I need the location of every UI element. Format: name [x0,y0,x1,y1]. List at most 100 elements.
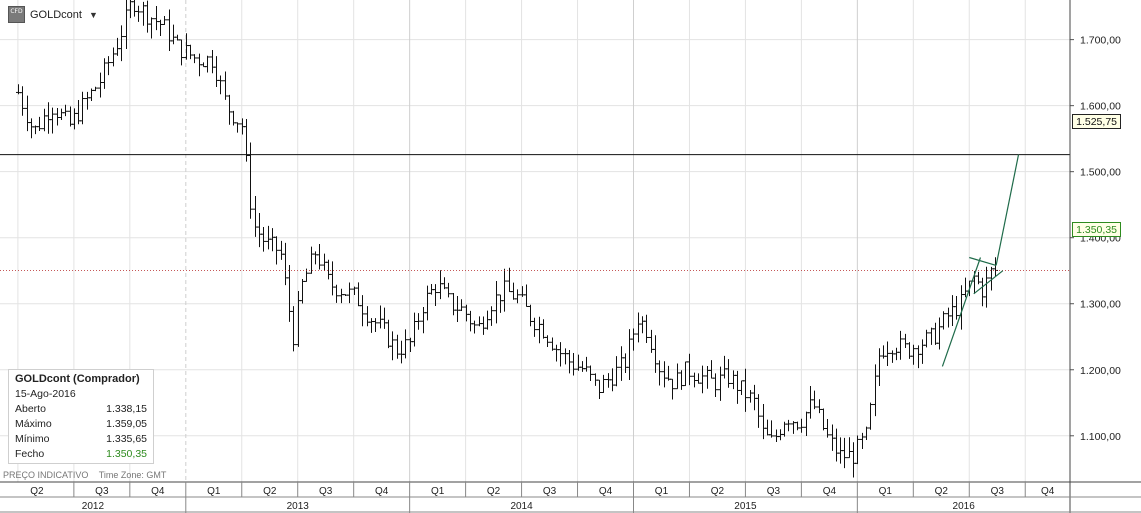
year-label[interactable]: 2014 [510,501,533,512]
ohlc-bar [489,306,494,326]
ohlc-bar [257,213,262,248]
ohlc-bar [395,334,400,359]
quarter-label[interactable]: Q4 [375,486,389,497]
price-axis[interactable]: 1.100,001.200,001.300,001.400,001.500,00… [1069,0,1121,513]
info-row-open: Aberto 1.338,15 [15,402,147,417]
ohlc-bar [507,267,512,293]
quarter-label[interactable]: Q1 [655,486,669,497]
quarter-label[interactable]: Q1 [879,486,893,497]
quarter-label[interactable]: Q2 [487,486,501,497]
ohlc-bar [416,313,421,330]
ohlc-bar [657,360,662,386]
time-axis[interactable]: Q2 Q3 Q4 Q1 Q2 Q3 Q4 Q1 Q2 Q3 Q4 Q1 Q2 Q3 Q4 Q1 Q2 Q3 Q4 20… [0,481,1141,513]
ohlc-bar [313,251,318,265]
year-label[interactable]: 2013 [287,501,310,512]
ohlc-bar [403,329,408,359]
quarter-label[interactable]: Q3 [319,486,333,497]
price-tick-label: 1.700,00 [1080,35,1121,47]
symbol-selector[interactable]: CFD GOLDcont ▼ [8,6,98,23]
ohlc-bar [72,108,77,130]
ohlc-bar [946,307,951,328]
year-label[interactable]: 2016 [953,501,976,512]
ohlc-bar [984,266,989,308]
ohlc-bar [929,327,934,345]
quarter-label[interactable]: Q1 [431,486,445,497]
ohlc-bar [528,304,533,327]
quarter-label[interactable]: Q2 [711,486,725,497]
ohlc-bar [834,428,839,462]
trendline[interactable] [969,256,997,267]
price-chart[interactable]: 1.100,001.200,001.300,001.400,001.500,00… [0,0,1141,513]
ohlc-bar [731,370,736,390]
ohlc-bar [330,261,335,296]
ohlc-bar [433,284,438,306]
ohlc-bar [541,319,546,339]
ohlc-bar [679,370,684,390]
ohlc-bar [670,378,675,400]
timezone-label: Time Zone: GMT [98,470,167,480]
ohlc-bar [580,361,585,372]
quarter-label[interactable]: Q3 [991,486,1005,497]
ohlc-bar [911,344,916,365]
year-label[interactable]: 2012 [82,501,105,512]
quarter-label[interactable]: Q4 [823,486,837,497]
quarter-label[interactable]: Q4 [1041,486,1055,497]
ohlc-bar [46,102,51,134]
ohlc-bar [347,282,352,304]
ohlc-bar [830,424,835,451]
year-label[interactable]: 2015 [734,501,757,512]
ohlc-bar [696,373,701,384]
ohlc-bar [154,6,159,31]
ohlc-bar [631,328,636,351]
ohlc-bar [877,348,882,386]
ohlc-bar [735,370,740,404]
ohlc-bar [614,356,619,387]
ohlc-bar [683,361,688,387]
ohlc-bar [748,390,753,403]
ohlc-bar [606,373,611,388]
ohlc-bar [128,0,133,19]
chevron-down-icon[interactable]: ▼ [89,10,98,20]
quarter-label[interactable]: Q3 [767,486,781,497]
indicative-price-label: PREÇO INDICATIVO [3,470,89,480]
quarter-label[interactable]: Q3 [95,486,109,497]
quarter-label[interactable]: Q2 [263,486,277,497]
quarter-label[interactable]: Q4 [151,486,165,497]
current-price-tag: 1.350,35 [1072,222,1121,237]
ohlc-bar [769,420,774,438]
ohlc-bar [692,372,697,388]
ohlc-bar [382,307,387,329]
ohlc-bar [201,62,206,68]
open-value: 1.338,15 [106,403,147,415]
quarter-label[interactable]: Q2 [30,486,44,497]
ohlc-bar [162,15,167,25]
ohlc-bar [576,354,581,371]
ohlc-bar [619,346,624,381]
ohlc-bar [59,108,64,120]
price-tick-label: 1.300,00 [1080,299,1121,311]
quarter-label[interactable]: Q1 [207,486,221,497]
quarter-label[interactable]: Q4 [599,486,613,497]
resistance-price-tag: 1.525,75 [1072,114,1121,129]
ohlc-bar [248,142,253,219]
ohlc-bar [868,402,873,430]
info-row-low: Mínimo 1.335,65 [15,432,147,447]
ohlc-bar [412,312,417,347]
open-label: Aberto [15,403,46,415]
ohlc-bar [386,319,391,349]
quarter-label[interactable]: Q2 [935,486,949,497]
ohlc-bar [511,282,516,300]
ohlc-bar [270,228,275,252]
price-tick-label: 1.100,00 [1080,431,1121,443]
low-value: 1.335,65 [106,433,147,445]
ohlc-bar [885,341,890,366]
ohlc-bar [851,442,856,478]
ohlc-bar [235,122,240,133]
ohlc-bar [158,19,163,37]
ohlc-bar [171,24,176,45]
ohlc-bar [468,310,473,332]
ohlc-bar [253,195,258,237]
quarter-label[interactable]: Q3 [543,486,557,497]
ohlc-bar [713,373,718,398]
ohlc-bar [365,306,370,327]
